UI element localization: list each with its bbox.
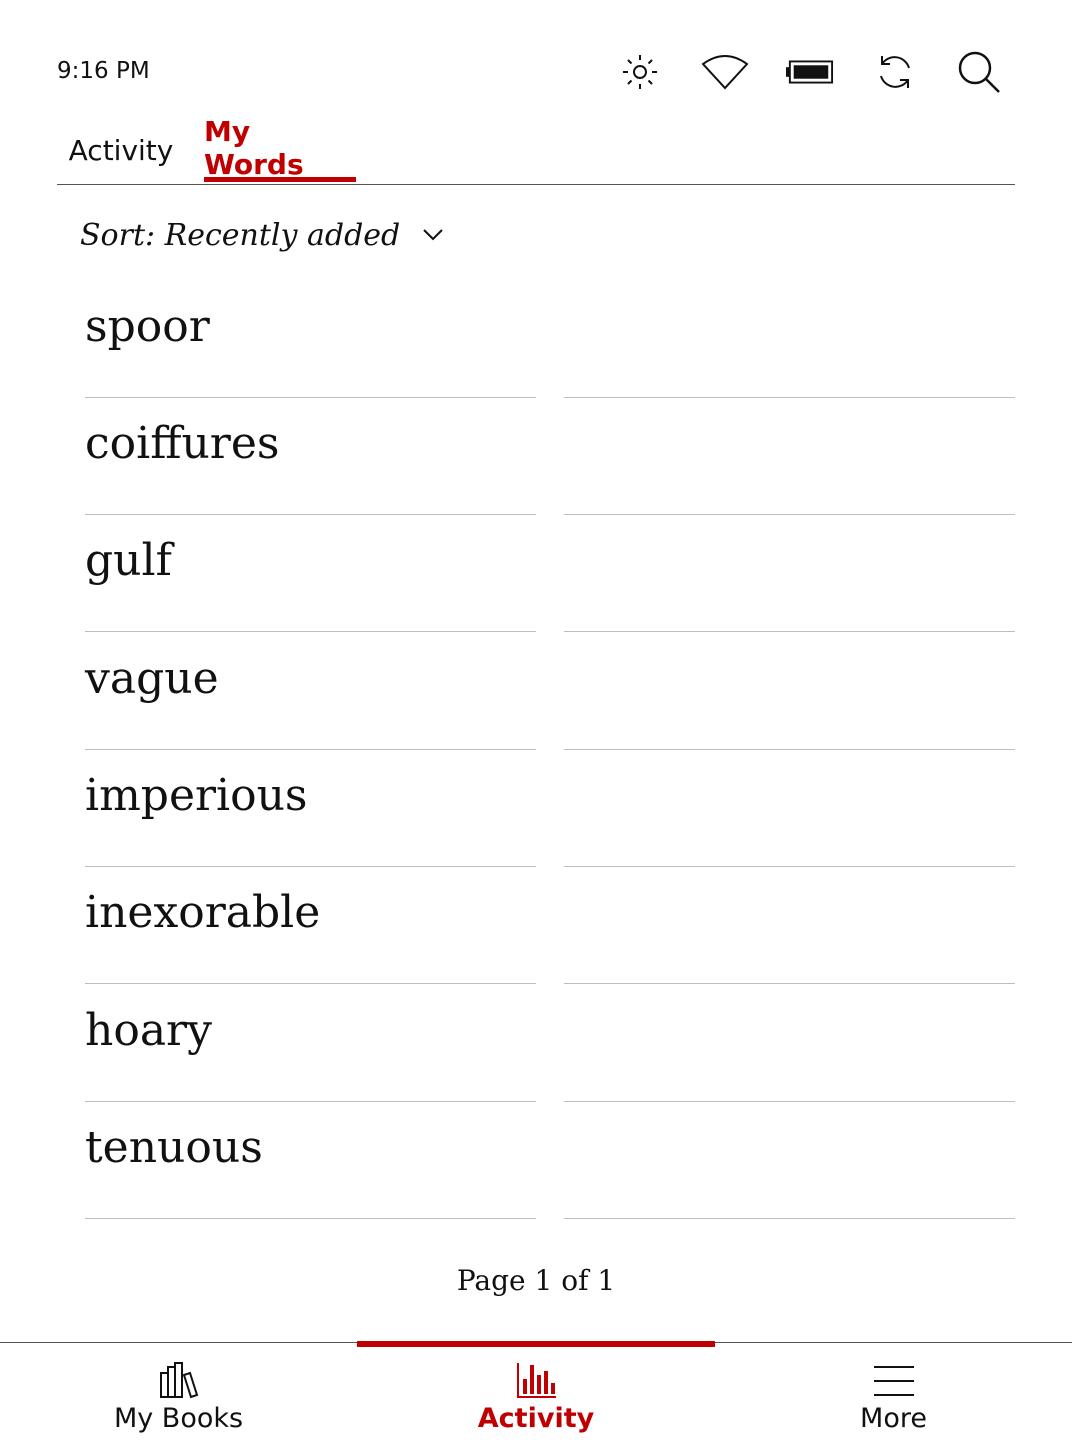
nav-activity-label: Activity	[477, 1403, 595, 1434]
nav-more-label: More	[860, 1403, 927, 1434]
list-item[interactable]: spoor	[0, 281, 1072, 398]
list-item[interactable]: imperious	[0, 750, 1072, 867]
wifi-icon[interactable]	[701, 48, 749, 96]
word-text: coiffures	[85, 418, 280, 469]
page-indicator: Page 1 of 1	[456, 1264, 616, 1297]
battery-icon	[786, 48, 834, 96]
list-item[interactable]: gulf	[0, 515, 1072, 632]
word-text: hoary	[85, 1005, 212, 1056]
sort-label: Sort: Recently added	[80, 217, 401, 253]
list-item[interactable]: vague	[0, 633, 1072, 750]
bottom-nav: My Books Activity More	[0, 1341, 1072, 1449]
list-item[interactable]: tenuous	[0, 1102, 1072, 1219]
nav-more[interactable]: More	[715, 1343, 1072, 1449]
tab-activity[interactable]: Activity	[57, 118, 185, 182]
row-divider	[564, 631, 1015, 632]
tab-activity-label: Activity	[68, 133, 174, 167]
sync-icon[interactable]	[871, 48, 919, 96]
word-text: inexorable	[85, 887, 321, 938]
search-icon[interactable]	[955, 48, 1003, 96]
word-text: spoor	[85, 301, 210, 352]
row-divider	[564, 983, 1015, 984]
tab-bar: Activity My Words	[57, 114, 1015, 185]
chevron-down-icon	[423, 229, 443, 241]
nav-my-books-label: My Books	[113, 1403, 244, 1434]
word-text: tenuous	[85, 1122, 263, 1173]
row-divider	[85, 1218, 536, 1219]
nav-my-books[interactable]: My Books	[0, 1343, 357, 1449]
row-divider	[564, 1218, 1015, 1219]
list-item[interactable]: coiffures	[0, 398, 1072, 515]
word-text: imperious	[85, 770, 308, 821]
clock-time: 9:16 PM	[57, 58, 150, 84]
row-divider	[85, 983, 536, 984]
word-text: vague	[85, 653, 219, 704]
activity-chart-icon	[517, 1363, 556, 1398]
tab-my-words[interactable]: My Words	[204, 114, 356, 182]
books-icon	[159, 1362, 198, 1399]
tab-my-words-label: My Words	[204, 114, 304, 181]
status-bar: 9:16 PM	[0, 0, 1072, 120]
list-item[interactable]: hoary	[0, 985, 1072, 1102]
row-divider	[85, 631, 536, 632]
sort-dropdown[interactable]: Sort: Recently added	[80, 210, 444, 260]
word-text: gulf	[85, 535, 172, 586]
nav-activity[interactable]: Activity	[357, 1343, 715, 1449]
list-item[interactable]: inexorable	[0, 867, 1072, 984]
menu-icon	[873, 1366, 914, 1396]
brightness-icon[interactable]	[616, 48, 664, 96]
